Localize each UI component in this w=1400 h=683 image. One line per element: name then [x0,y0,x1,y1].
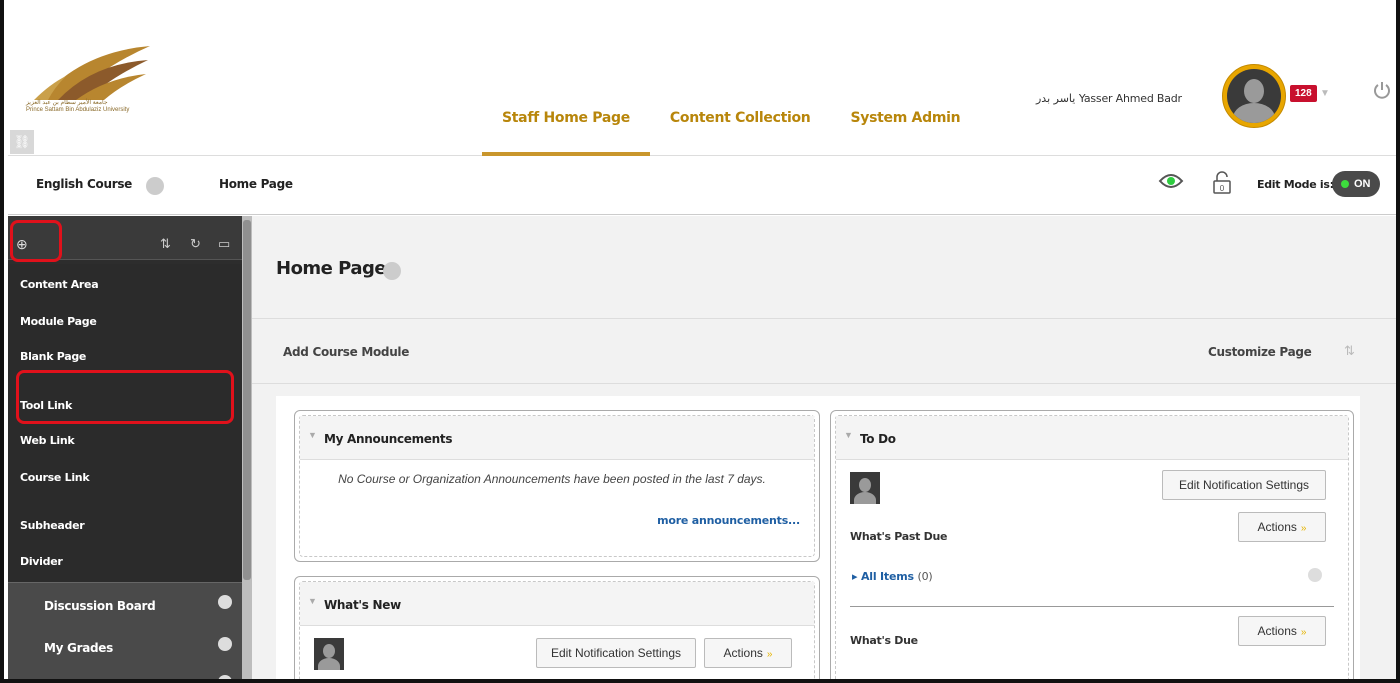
whats-past-due-heading: What's Past Due [850,530,948,543]
edit-notification-settings-button[interactable]: Edit Notification Settings [1162,470,1326,500]
tab-staff-home-page[interactable]: Staff Home Page [482,96,650,156]
menu-item-module-page[interactable]: Module Page [20,315,97,328]
module-header: ▼ My Announcements [300,416,814,460]
top-navigation: Staff Home Page Content Collection Syste… [482,96,980,156]
main-content: Home Page Add Course Module Customize Pa… [252,216,1396,679]
student-preview-eye-icon[interactable] [1158,171,1184,191]
user-avatar[interactable] [1222,64,1286,128]
svg-text:0: 0 [1220,184,1225,193]
edit-mode-label: Edit Mode is: [1257,178,1334,191]
menu-item-web-link[interactable]: Web Link [20,434,75,447]
add-course-module-button[interactable]: Add Course Module [283,345,409,359]
power-icon[interactable] [1372,80,1392,100]
more-announcements-link[interactable]: more announcements... [657,514,800,527]
page-title: Home Page [276,258,387,279]
avatar-icon [850,472,880,504]
double-chevron-down-icon: » [1300,523,1307,534]
highlight-tool-link [16,370,234,424]
sidebar-scrollbar[interactable] [242,216,252,679]
avatar-icon [314,638,344,670]
actions-button[interactable]: Actions» [704,638,792,668]
collapse-caret-icon[interactable]: ▼ [844,430,853,440]
edit-mode-toggle[interactable]: ON [1332,171,1380,197]
edit-mode-state: ON [1354,178,1371,190]
actions-button[interactable]: Actions» [1238,512,1326,542]
course-menu-my-grades[interactable]: My Grades [44,641,113,655]
item-options-icon[interactable] [218,637,232,651]
module-title: To Do [860,432,896,446]
page-options-icon[interactable] [383,262,401,280]
item-options-icon[interactable] [1308,568,1322,582]
course-menu: Discussion Board My Grades [8,582,242,679]
module-title: My Announcements [324,432,453,446]
double-chevron-down-icon: » [766,649,773,660]
notification-badge[interactable]: 128 [1290,85,1317,102]
action-bar: Add Course Module Customize Page ⇅ [252,318,1396,384]
modules-canvas: ▼ My Announcements No Course or Organiza… [276,396,1360,679]
avatar-silhouette-icon [1227,69,1281,123]
scrollbar-thumb[interactable] [243,220,251,580]
customize-page-button[interactable]: Customize Page [1208,345,1312,359]
reorder-icon[interactable]: ⇅ [1344,343,1355,359]
menu-item-blank-page[interactable]: Blank Page [20,350,86,363]
folder-icon[interactable]: ▭ [218,236,230,252]
actions-button[interactable]: Actions» [1238,616,1326,646]
double-chevron-down-icon: » [1300,627,1307,638]
link-icon[interactable]: ⛓ [10,130,34,154]
menu-item-course-link[interactable]: Course Link [20,471,90,484]
university-name: جامعة الأمير سطام بن عبد العزيز Prince S… [26,100,130,113]
course-sidebar: ⊕ ⇅ ↻ ▭ Content Area Module Page Blank P… [8,216,252,679]
announcements-message: No Course or Organization Announcements … [338,472,766,486]
collapse-caret-icon[interactable]: ▼ [308,596,317,606]
menu-item-subheader[interactable]: Subheader [20,519,85,532]
breadcrumb-course[interactable]: English Course [36,177,132,191]
edit-notification-settings-button[interactable]: Edit Notification Settings [536,638,696,668]
module-title: What's New [324,598,401,612]
item-options-icon[interactable] [218,675,232,679]
reorder-icon[interactable]: ⇅ [160,236,171,252]
user-name[interactable]: ياسر بدر Yasser Ahmed Badr [1036,92,1182,105]
breadcrumb-bar: English Course Home Page 0 Edit Mode is:… [8,157,1396,215]
tab-content-collection[interactable]: Content Collection [650,96,831,156]
item-options-icon[interactable] [218,595,232,609]
tab-system-admin[interactable]: System Admin [830,96,980,156]
module-to-do: ▼ To Do Edit Notification Settings Actio… [830,410,1354,679]
app-frame: جامعة الأمير سطام بن عبد العزيز Prince S… [0,0,1400,683]
module-header: ▼ What's New [300,582,814,626]
menu-item-content-area[interactable]: Content Area [20,278,99,291]
status-dot-icon [1341,180,1349,188]
module-header: ▼ To Do [836,416,1348,460]
all-items-link[interactable]: ▸ All Items (0) [852,570,933,583]
refresh-icon[interactable]: ↻ [190,236,201,252]
module-my-announcements: ▼ My Announcements No Course or Organiza… [294,410,820,562]
chevron-down-icon[interactable]: ▼ [1320,88,1330,99]
course-options-icon[interactable] [146,177,164,195]
divider [850,606,1334,607]
module-whats-new: ▼ What's New Edit Notification Settings … [294,576,820,679]
breadcrumb-page: Home Page [219,177,293,191]
whats-due-heading: What's Due [850,634,918,647]
unlock-icon[interactable]: 0 [1212,171,1232,195]
menu-item-divider[interactable]: Divider [20,555,63,568]
collapse-caret-icon[interactable]: ▼ [308,430,317,440]
header: جامعة الأمير سطام بن عبد العزيز Prince S… [8,12,1396,156]
highlight-add-button [10,220,62,262]
course-menu-discussion-board[interactable]: Discussion Board [44,599,156,613]
